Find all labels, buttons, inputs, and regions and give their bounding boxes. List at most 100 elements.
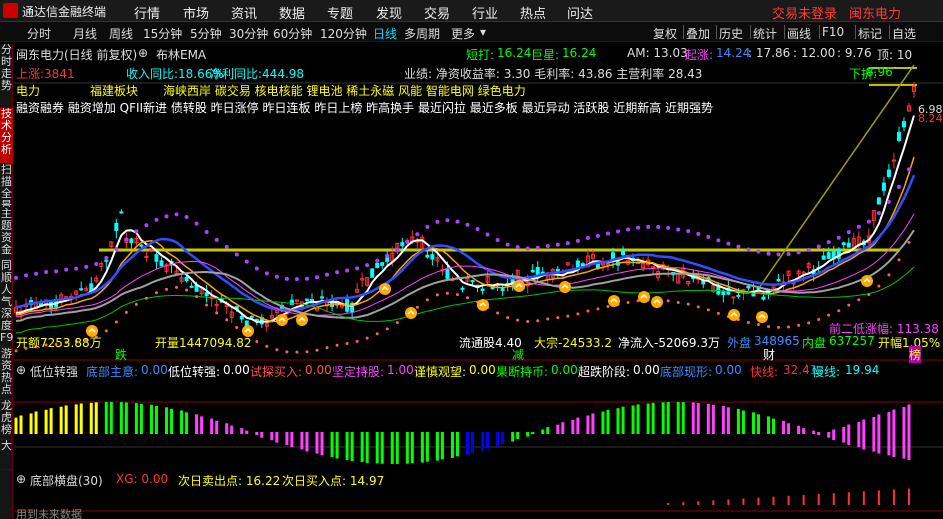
tool-4[interactable]: 画线 — [787, 25, 811, 42]
hist2-bar — [646, 403, 650, 434]
menu-4[interactable]: 专题 — [327, 3, 353, 22]
timeframe-tab-0[interactable]: 分时 — [27, 25, 51, 42]
trade-login-link[interactable]: 交易未登录 — [772, 3, 837, 22]
tool-1[interactable]: 叠加 — [686, 25, 710, 42]
panel3-name[interactable]: 底部横盘(30) — [30, 472, 103, 489]
boll-lower-dot — [104, 329, 108, 333]
hist3-bar — [862, 491, 865, 505]
timeframe-tab-1[interactable]: 月线 — [73, 25, 97, 42]
hist2-bar — [496, 432, 500, 447]
boll-lower-dot — [385, 327, 389, 331]
concept-tags[interactable]: 海峡西岸 碳交易 核电核能 锂电池 稀土永磁 风能 智能电网 绿色电力 — [163, 82, 526, 99]
menu-1[interactable]: 市场 — [183, 3, 209, 22]
timeframe-tab-2[interactable]: 周线 — [109, 25, 133, 42]
hist2-bar — [887, 412, 891, 456]
boll-lower-dot — [506, 316, 510, 320]
boll-upper-dot — [365, 263, 370, 268]
timeframe-tab-9[interactable]: 多周期 — [404, 25, 440, 42]
boll-upper-dot — [24, 273, 29, 278]
timeframe-tab-6[interactable]: 60分钟 — [273, 25, 312, 42]
hist2-bar — [330, 432, 334, 458]
panel2-name[interactable]: 低位转强 — [30, 363, 78, 380]
hist2-bar — [586, 415, 590, 434]
hist2-bar — [902, 407, 906, 459]
panel3-toggle-icon[interactable]: ⊕ — [16, 472, 26, 486]
boll-upper-dot — [856, 224, 861, 229]
buy-signal-icon — [861, 275, 873, 287]
app-logo-icon — [3, 3, 18, 18]
left-tab-5[interactable]: 深度F9 — [0, 308, 13, 348]
boll-lower-dot — [395, 321, 399, 325]
short-label: 短打: — [466, 48, 495, 62]
boll-upper-dot — [846, 230, 851, 235]
menu-0[interactable]: 行情 — [134, 3, 160, 22]
hist2-bar — [165, 407, 169, 434]
tool-0[interactable]: 复权 — [653, 25, 677, 42]
menu-6[interactable]: 交易 — [424, 3, 450, 22]
tool-2[interactable]: 历史 — [719, 25, 743, 42]
menu-2[interactable]: 资讯 — [231, 3, 257, 22]
menu-5[interactable]: 发现 — [376, 3, 402, 22]
hist2-bar — [410, 432, 414, 464]
timeframe-tab-7[interactable]: 120分钟 — [320, 25, 367, 42]
boll-lower-dot — [807, 321, 811, 325]
panel3-xg: XG: 0.00 — [116, 472, 169, 486]
tool-5[interactable]: F10 — [822, 25, 844, 39]
panel2-item-value-3: 1.00 — [387, 363, 414, 377]
left-tab-7[interactable]: 龙虎榜 — [0, 400, 13, 440]
boll-upper-dot — [425, 224, 430, 229]
panel2-toggle-icon[interactable]: ⊕ — [16, 363, 26, 377]
hist2-bar — [139, 403, 143, 434]
left-tab-0[interactable]: 分时走势 — [0, 44, 13, 108]
hist2-bar — [661, 402, 665, 434]
left-tab-3[interactable]: 主题资金 — [0, 208, 13, 260]
candle-body — [761, 296, 766, 300]
timeframe-tab-4[interactable]: 5分钟 — [190, 25, 222, 42]
feature-tags[interactable]: 融资融券 融资增加 QFII新进 债转股 昨日涨停 昨日连板 昨日上榜 昨高换手… — [16, 99, 713, 116]
boll-lower-dot — [345, 341, 349, 345]
candle-body — [154, 254, 159, 262]
tool-6[interactable]: 标记 — [858, 25, 882, 42]
panel2-item-label-4: 谨慎观望: — [414, 365, 467, 379]
hist2-bar — [195, 414, 199, 434]
timeframe-tab-3[interactable]: 15分钟 — [143, 25, 182, 42]
left-tab-4[interactable]: 同顺人气 — [0, 260, 13, 308]
left-tab-2[interactable]: 扫描全景 — [0, 164, 13, 208]
menu-8[interactable]: 热点 — [520, 3, 546, 22]
boll-lower-dot — [907, 240, 911, 244]
boll-upper-dot — [274, 274, 279, 279]
region-tag[interactable]: 福建板块 — [90, 82, 138, 99]
boll-lower-dot — [837, 309, 841, 313]
boll-upper-dot — [535, 245, 540, 250]
industry-tag[interactable]: 电力 — [16, 82, 40, 99]
tool-3[interactable]: 统计 — [753, 25, 777, 42]
menu-3[interactable]: 数据 — [279, 3, 305, 22]
menu-7[interactable]: 行业 — [472, 3, 498, 22]
boll-lower-dot — [887, 273, 891, 277]
boll-upper-dot — [716, 238, 721, 243]
tool-7[interactable]: 自选 — [892, 25, 916, 42]
candle-body — [104, 259, 109, 262]
panel2-item-value-9: 19.94 — [845, 363, 880, 377]
boll-lower-dot — [556, 316, 560, 320]
more-chevron-icon[interactable]: ▾ — [480, 25, 486, 39]
candle-body — [841, 242, 846, 246]
hist2-bar — [616, 408, 620, 434]
candle-body — [776, 279, 781, 282]
timeframe-tab-10[interactable]: 更多 — [451, 25, 475, 42]
candle-body — [79, 288, 84, 291]
left-tab-1[interactable]: 技术分析 — [0, 108, 13, 164]
indicator-name[interactable]: 布林EMA — [156, 46, 206, 63]
left-tab-6[interactable]: 游资热点 — [0, 348, 13, 400]
indicator-toggle-icon[interactable]: ⊕ — [138, 46, 148, 60]
boll-upper-dot — [144, 223, 149, 228]
boll-upper-dot — [304, 276, 309, 281]
left-tab-8[interactable]: 大 — [0, 440, 13, 470]
marker-cai: 财 — [763, 348, 776, 362]
timeframe-tab-5[interactable]: 30分钟 — [229, 25, 268, 42]
menu-9[interactable]: 问达 — [567, 3, 593, 22]
boll-lower-dot — [305, 350, 309, 354]
timeframe-tab-8[interactable]: 日线 — [373, 25, 397, 42]
boll-lower-dot — [877, 284, 881, 288]
boll-upper-dot — [234, 252, 239, 257]
